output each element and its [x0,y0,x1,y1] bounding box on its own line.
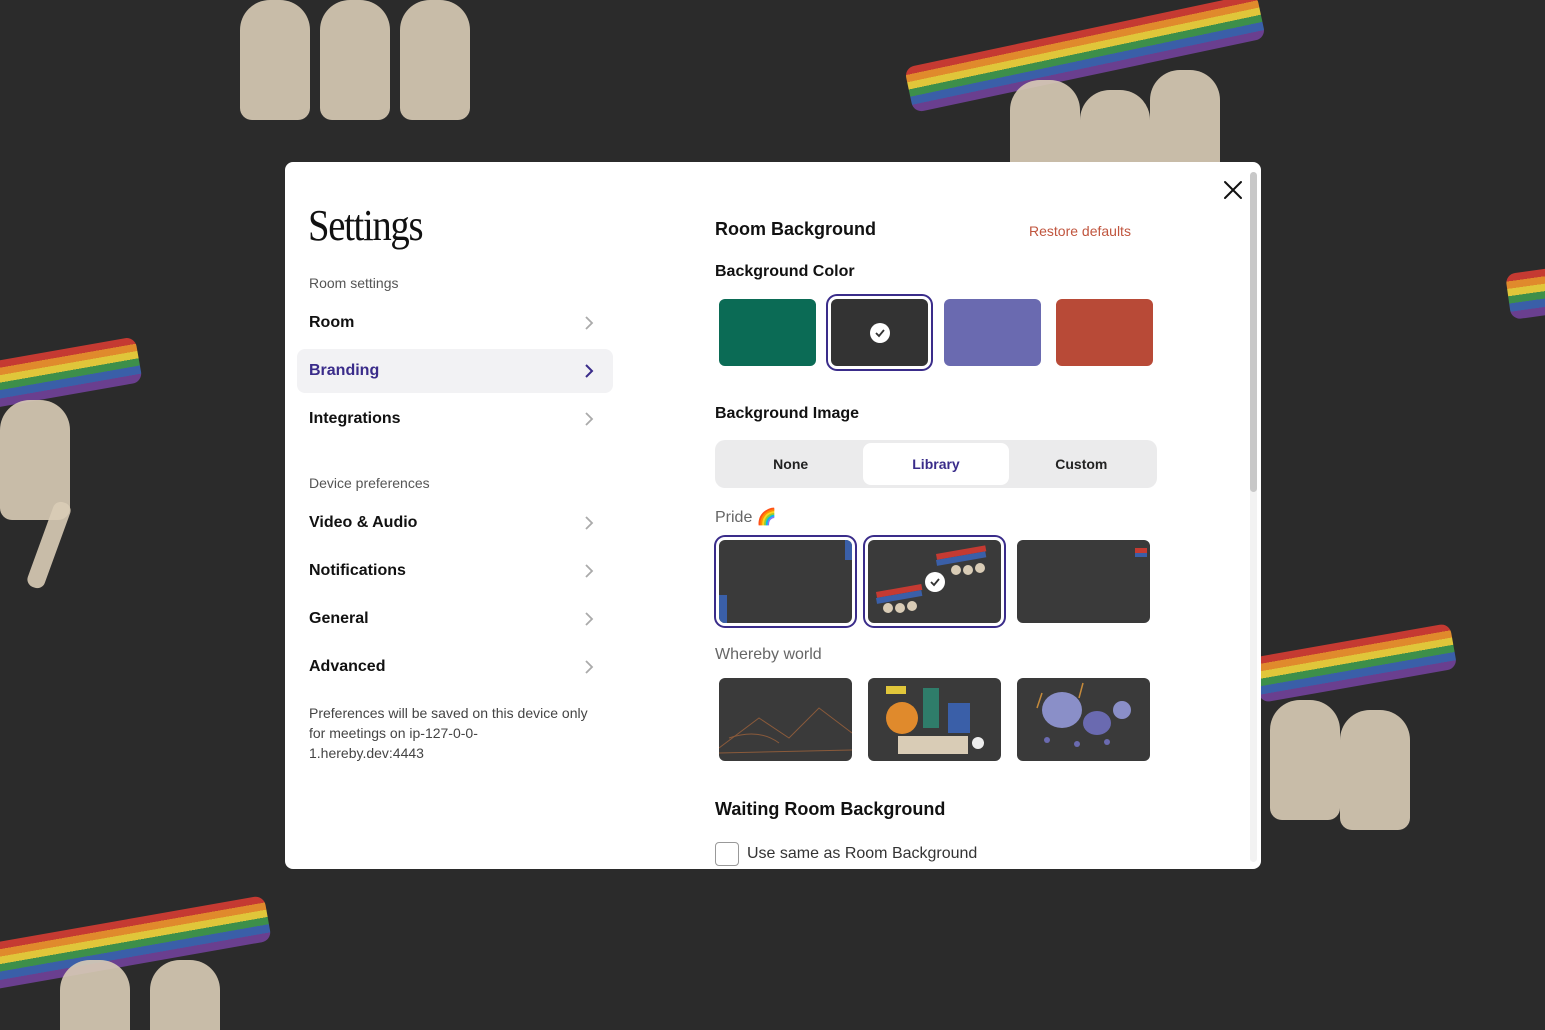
background-color-heading: Background Color [715,263,855,280]
nav-item-label: Video & Audio [309,514,418,531]
preferences-note: Preferences will be saved on this device… [309,705,588,761]
background-thumbnail-pride-2[interactable] [868,540,1001,623]
chevron-right-icon [585,612,594,626]
nav-item-label: Branding [309,362,380,379]
nav-item-label: Notifications [309,562,406,579]
nav-item-integrations[interactable]: Integrations [297,397,613,441]
chevron-right-icon [585,412,594,426]
background-image-heading: Background Image [715,405,860,422]
world-cats-preview [886,686,984,754]
restore-defaults-link[interactable]: Restore defaults [1029,223,1131,239]
background-thumbnail-pride-3[interactable] [1017,540,1150,623]
background-thumbnail-pride-1[interactable] [719,540,852,623]
nav-item-video-audio[interactable]: Video & Audio [297,501,613,545]
nav-item-branding[interactable]: Branding [297,349,613,393]
background-thumbnail-world-1[interactable] [719,678,852,761]
color-swatch-purple[interactable] [944,299,1041,366]
checkmark-icon [924,571,945,592]
room-background-heading: Room Background [715,219,877,239]
page-title: Settings [308,201,424,250]
color-swatch-dark[interactable] [831,299,928,366]
nav-item-advanced[interactable]: Advanced [297,645,613,689]
nav-item-label: Advanced [309,658,386,675]
background-thumbnail-world-2[interactable] [868,678,1001,761]
color-swatch-green[interactable] [719,299,816,366]
image-option-none[interactable]: None [718,443,863,485]
nav-item-notifications[interactable]: Notifications [297,549,613,593]
scrollbar[interactable] [1250,172,1257,862]
chevron-right-icon [585,660,594,674]
pride-plain-preview [1135,548,1147,557]
nav-item-label: General [309,610,369,627]
chevron-right-icon [585,364,594,378]
image-source-toggle: None Library Custom [715,440,1157,488]
device-preferences-label: Device preferences [309,475,430,491]
image-option-library[interactable]: Library [863,443,1009,485]
same-as-room-label: Use same as Room Background [747,845,978,862]
scrollbar-thumb[interactable] [1250,172,1257,492]
settings-dialog: Settings Room settings Room Branding Int… [285,162,1261,869]
waiting-room-heading: Waiting Room Background [715,799,946,819]
image-option-custom[interactable]: Custom [1009,443,1154,485]
pride-dark-preview [719,540,852,623]
background-thumbnail-world-3[interactable] [1017,678,1150,761]
chevron-right-icon [585,516,594,530]
nav-item-room[interactable]: Room [297,301,613,345]
nav-item-label: Integrations [309,410,401,427]
color-swatch-red[interactable] [1056,299,1153,366]
close-icon[interactable] [1221,178,1245,202]
same-as-room-checkbox[interactable] [715,842,739,866]
pride-group-label: Pride 🌈 [715,509,777,526]
world-rocks-preview [1036,682,1131,747]
chevron-right-icon [585,564,594,578]
chevron-right-icon [585,316,594,330]
room-settings-label: Room settings [309,275,399,291]
nav-item-general[interactable]: General [297,597,613,641]
whereby-world-group-label: Whereby world [715,646,822,663]
checkmark-icon [869,322,890,343]
world-desert-preview [719,707,852,754]
nav-item-label: Room [309,314,355,331]
